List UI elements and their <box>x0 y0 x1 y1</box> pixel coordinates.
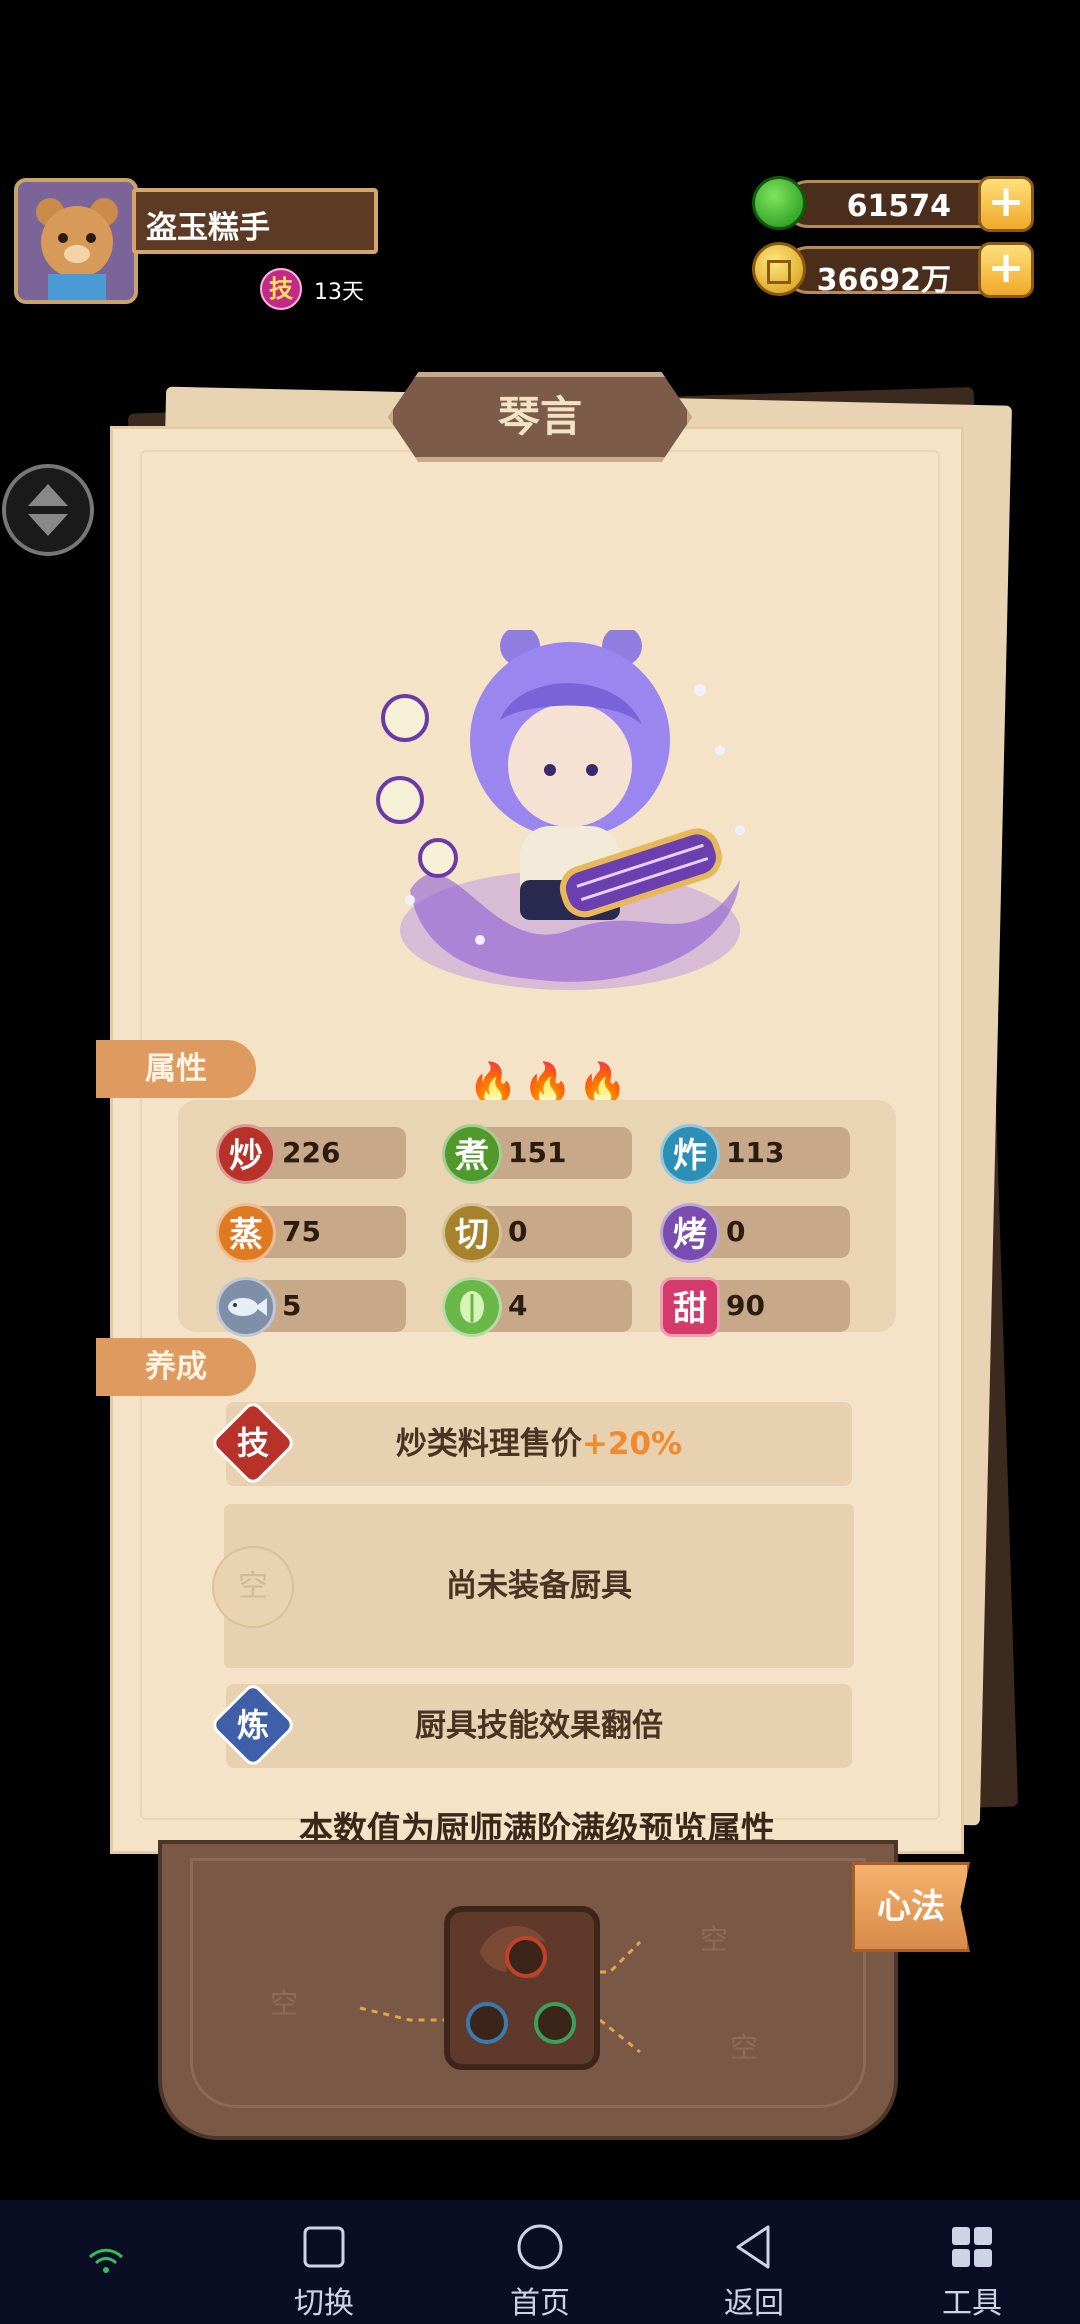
jade-counter: 61574 <box>784 180 1004 228</box>
empty-slot-top-right[interactable]: 空 <box>700 1918 728 1958</box>
heart-method-center-slot[interactable] <box>444 1906 600 2070</box>
nav-tools-button[interactable]: 工具 <box>912 2222 1032 2322</box>
circle-icon <box>517 2224 563 2270</box>
chef-portrait <box>376 630 745 990</box>
steam-icon: 蒸 <box>216 1203 276 1263</box>
nav-switch-button[interactable]: 切换 <box>264 2222 384 2322</box>
gold-coin-icon <box>752 242 806 296</box>
skill-buff-icon[interactable]: 技 <box>260 268 302 310</box>
empty-slot-bottom-right[interactable]: 空 <box>730 2026 758 2066</box>
roast-icon: 烤 <box>660 1203 720 1263</box>
attributes-tab[interactable]: 属性 <box>96 1040 256 1098</box>
green-slot-icon[interactable] <box>534 2002 576 2044</box>
scroll-toggle-button[interactable] <box>2 464 94 556</box>
stir-fry-icon: 炒 <box>216 1124 276 1184</box>
buff-days-remaining: 13天 <box>314 280 364 305</box>
empty-equipment-icon: 空 <box>212 1546 294 1628</box>
equipment-slot[interactable]: 尚未装备厨具 <box>224 1504 854 1668</box>
cut-icon: 切 <box>442 1203 502 1263</box>
wifi-icon <box>88 2248 124 2273</box>
up-down-arrows-icon <box>28 484 68 536</box>
ornament-icon <box>480 1925 546 1978</box>
empty-slot-left[interactable]: 空 <box>270 1982 298 2022</box>
cabbage-icon <box>442 1277 502 1337</box>
player-name: 盗玉糕手 <box>132 188 378 254</box>
jade-gem-icon <box>752 176 806 230</box>
cultivation-tab[interactable]: 养成 <box>96 1338 256 1396</box>
add-jade-button[interactable]: + <box>978 176 1034 232</box>
nav-home-button[interactable]: 首页 <box>480 2222 600 2322</box>
grid-icon <box>952 2227 992 2267</box>
square-icon <box>303 2226 345 2268</box>
refine-row: 厨具技能效果翻倍 <box>226 1684 852 1768</box>
chef-name-title: 琴言 <box>388 372 692 462</box>
nav-back-button[interactable]: 返回 <box>694 2222 814 2322</box>
sweet-icon: 甜 <box>660 1277 720 1337</box>
player-avatar[interactable] <box>14 178 138 304</box>
chef-skill-row: 炒类料理售价+20% <box>226 1402 852 1486</box>
skill-bonus: +20% <box>581 1426 683 1462</box>
bear-avatar-icon <box>18 182 134 300</box>
fish-icon <box>216 1277 276 1337</box>
add-gold-button[interactable]: + <box>978 242 1034 298</box>
back-triangle-icon <box>736 2225 770 2269</box>
red-slot-icon[interactable] <box>505 1936 547 1978</box>
boil-icon: 煮 <box>442 1124 502 1184</box>
gold-counter: 36692万 <box>784 246 1004 298</box>
blue-slot-icon[interactable] <box>466 2002 508 2044</box>
deep-fry-icon: 炸 <box>660 1124 720 1184</box>
heart-method-button[interactable]: 心法 <box>852 1862 970 1952</box>
